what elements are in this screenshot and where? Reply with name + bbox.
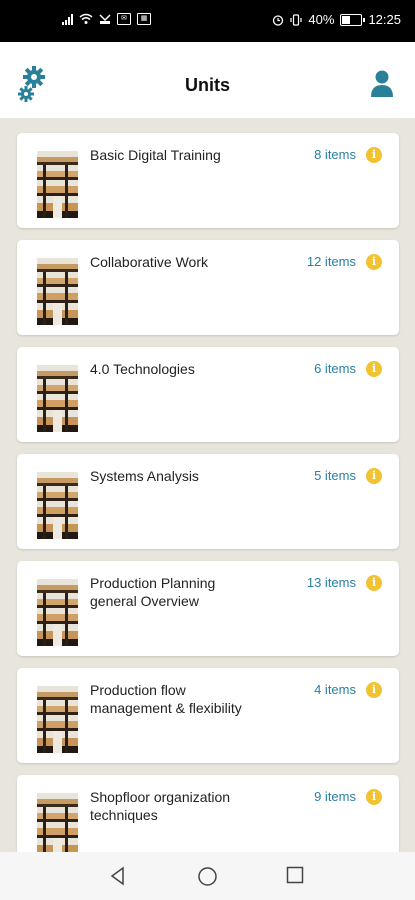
unit-thumbnail: [37, 686, 78, 753]
system-nav-bar: [0, 852, 415, 900]
unit-thumbnail: [37, 258, 78, 325]
info-icon[interactable]: i: [366, 789, 382, 805]
unit-item-count: 8 items: [314, 147, 356, 162]
unit-card[interactable]: Production flow management & flexibility…: [17, 668, 399, 763]
status-bar: ✉ ▦ 40% 12:25: [0, 0, 415, 42]
info-icon[interactable]: i: [366, 575, 382, 591]
unit-item-count: 13 items: [306, 575, 356, 590]
mail-icon: ✉: [117, 13, 131, 25]
unit-title: Production flow management & flexibility: [90, 682, 242, 716]
unit-item-count: 9 items: [314, 789, 356, 804]
unit-title: Production Planning general Overview: [90, 575, 216, 609]
wifi-icon: [79, 13, 93, 24]
unit-card[interactable]: Collaborative Work 12 items i: [17, 240, 399, 335]
unit-item-count: 4 items: [314, 682, 356, 697]
info-icon[interactable]: i: [366, 361, 382, 377]
unit-title: Collaborative Work: [90, 254, 209, 270]
info-icon[interactable]: i: [366, 254, 382, 270]
info-icon[interactable]: i: [366, 147, 382, 163]
unit-card[interactable]: 4.0 Technologies 6 items i: [17, 347, 399, 442]
clock: 12:25: [368, 12, 401, 27]
unit-thumbnail: [37, 793, 78, 860]
unit-thumbnail: [37, 579, 78, 646]
status-right: 40% 12:25: [272, 12, 401, 27]
battery-percent: 40%: [308, 12, 335, 27]
vibrate-icon: [290, 13, 303, 26]
app-bar: Units: [0, 42, 415, 118]
unit-thumbnail: [37, 472, 78, 539]
user-icon[interactable]: [370, 70, 394, 98]
unit-card[interactable]: Production Planning general Overview 13 …: [17, 561, 399, 656]
unit-title: Basic Digital Training: [90, 147, 221, 163]
unit-card[interactable]: Systems Analysis 5 items i: [17, 454, 399, 549]
unit-title: Shopfloor organization techniques: [90, 789, 231, 823]
status-left-icons: ✉ ▦: [62, 13, 151, 25]
home-icon[interactable]: [197, 866, 218, 887]
unit-title: 4.0 Technologies: [90, 361, 195, 377]
unit-thumbnail: [37, 151, 78, 218]
unit-thumbnail: [37, 365, 78, 432]
unit-item-count: 12 items: [306, 254, 356, 269]
unit-item-count: 6 items: [314, 361, 356, 376]
battery-icon: [340, 13, 366, 26]
page-title: Units: [185, 75, 230, 95]
back-icon[interactable]: [108, 866, 128, 886]
unit-title: Systems Analysis: [90, 468, 199, 484]
info-icon[interactable]: i: [366, 468, 382, 484]
missed-call-icon: [99, 14, 111, 24]
unit-card[interactable]: Basic Digital Training 8 items i: [17, 133, 399, 228]
app-icon: ▦: [137, 13, 151, 25]
alarm-icon: [273, 14, 284, 26]
signal-icon: [62, 13, 73, 25]
info-icon[interactable]: i: [366, 682, 382, 698]
recents-icon[interactable]: [286, 866, 304, 884]
unit-item-count: 5 items: [314, 468, 356, 483]
